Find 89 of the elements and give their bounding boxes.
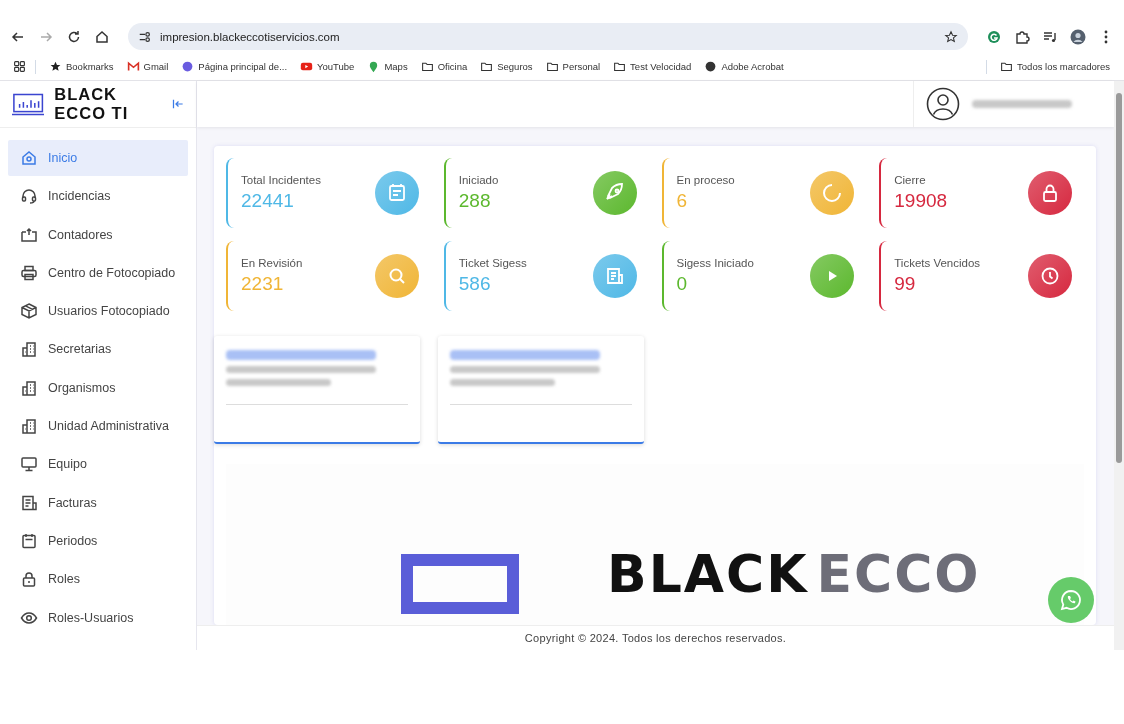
bookmark[interactable]: Test Velocidad <box>609 60 696 73</box>
sidebar-item[interactable]: Centro de Fotocopiado <box>8 254 188 291</box>
sidebar-item[interactable]: Contadores <box>8 216 188 253</box>
headset-icon <box>20 187 38 206</box>
folder-icon <box>420 60 434 73</box>
bookmark[interactable]: Bookmarks <box>45 60 118 73</box>
brand-title: BLACK ECCO TI <box>54 85 130 123</box>
avatar-icon[interactable] <box>1070 28 1086 45</box>
apps-icon[interactable] <box>13 60 26 73</box>
sidebar-item[interactable]: Equipo <box>8 446 188 483</box>
logo-icon <box>12 92 45 116</box>
stat-value: 6 <box>676 190 689 212</box>
bookmark[interactable]: Maps <box>363 60 412 73</box>
bookmark[interactable]: Seguros <box>476 60 537 73</box>
stat-value: 288 <box>458 190 492 212</box>
spinner-icon <box>810 171 855 215</box>
stat-label: Tickets Vencidos <box>894 257 981 269</box>
stat-label: En proceso <box>676 174 735 186</box>
extension-icon[interactable] <box>986 28 1002 45</box>
stat-label: Cierre <box>894 174 927 186</box>
stat-value: 2231 <box>241 273 285 295</box>
building-icon <box>20 340 38 359</box>
banner-word: ECCO <box>816 548 981 600</box>
all-bookmarks-link[interactable]: Todos los marcadores <box>996 60 1114 73</box>
monitor-icon <box>20 455 38 474</box>
calendar-icon <box>20 531 38 550</box>
printer-icon <box>20 263 38 282</box>
search-icon <box>374 254 419 298</box>
sidebar-item[interactable]: Roles <box>8 561 188 598</box>
site-settings-icon[interactable] <box>138 29 152 44</box>
mail-icon <box>126 60 140 73</box>
stat-value: 0 <box>676 273 689 295</box>
play-icon <box>300 60 314 73</box>
home-icon[interactable] <box>94 28 110 45</box>
folder-icon <box>613 60 627 73</box>
star-icon <box>49 60 62 73</box>
folder-icon <box>480 60 494 73</box>
sidebar-item[interactable]: Facturas <box>8 484 188 521</box>
bookmark[interactable]: Adobe Acrobat <box>700 60 788 73</box>
tray-icon <box>20 225 38 244</box>
globe-icon <box>704 60 718 73</box>
lock-icon <box>20 570 38 589</box>
stat-value: 19908 <box>894 190 948 212</box>
stat-label: En Revisión <box>241 257 303 269</box>
collapse-icon[interactable] <box>170 97 184 111</box>
building-icon <box>20 417 38 436</box>
scrollbar[interactable] <box>1114 81 1124 650</box>
stat-value: 22441 <box>241 190 295 212</box>
url-text: impresion.blackeccotiservicios.com <box>160 30 341 43</box>
sidebar-item[interactable]: Organismos <box>8 369 188 406</box>
rocket-icon <box>592 171 637 215</box>
address-bar[interactable]: impresion.blackeccotiservicios.com <box>128 23 968 50</box>
puzzle-icon[interactable] <box>1014 28 1030 45</box>
stat-label: Iniciado <box>458 174 499 186</box>
chat-bubble-icon <box>1059 588 1083 612</box>
document-icon <box>592 254 637 298</box>
sidebar-item[interactable]: Periodos <box>8 522 188 559</box>
sidebar-item[interactable]: Inicio <box>8 140 188 176</box>
bookmark[interactable]: Gmail <box>122 60 173 73</box>
play-icon <box>810 254 855 298</box>
calendar-icon <box>374 171 419 215</box>
banner-word: BLACK <box>607 548 809 600</box>
sidebar-item[interactable]: Usuarios Fotocopiado <box>8 293 188 330</box>
box-icon <box>20 302 38 321</box>
building-icon <box>20 378 38 397</box>
reload-icon[interactable] <box>66 28 82 45</box>
stat-label: Ticket Sigess <box>458 257 527 269</box>
user-avatar-icon[interactable] <box>926 87 960 121</box>
sidebar-item[interactable]: Roles-Usuarios <box>8 599 188 636</box>
circle-icon <box>181 60 195 73</box>
clock-icon <box>1028 254 1072 298</box>
stat-label: Total Incidentes <box>241 174 321 186</box>
lock-icon <box>1028 171 1072 215</box>
bookmark[interactable]: YouTube <box>296 60 359 73</box>
home-icon <box>20 149 38 167</box>
folder-icon <box>545 60 559 73</box>
stat-value: 586 <box>458 273 492 295</box>
bookmark[interactable]: Personal <box>541 60 605 73</box>
stat-value: 99 <box>894 273 917 295</box>
receipt-icon <box>20 493 38 512</box>
bookmark[interactable]: Página principal de... <box>177 60 292 73</box>
stat-label: Sigess Iniciado <box>676 257 754 269</box>
sidebar-item[interactable]: Secretarias <box>8 331 188 368</box>
sidebar-item[interactable]: Unidad Administrativa <box>8 408 188 445</box>
bookmark[interactable]: Oficina <box>416 60 472 73</box>
folder-icon <box>1000 60 1014 73</box>
sidebar-item[interactable]: Incidencias <box>8 178 188 215</box>
star-icon[interactable] <box>944 29 958 44</box>
copyright-text: Copyright © 2024. Todos los derechos reservados. <box>524 632 787 644</box>
